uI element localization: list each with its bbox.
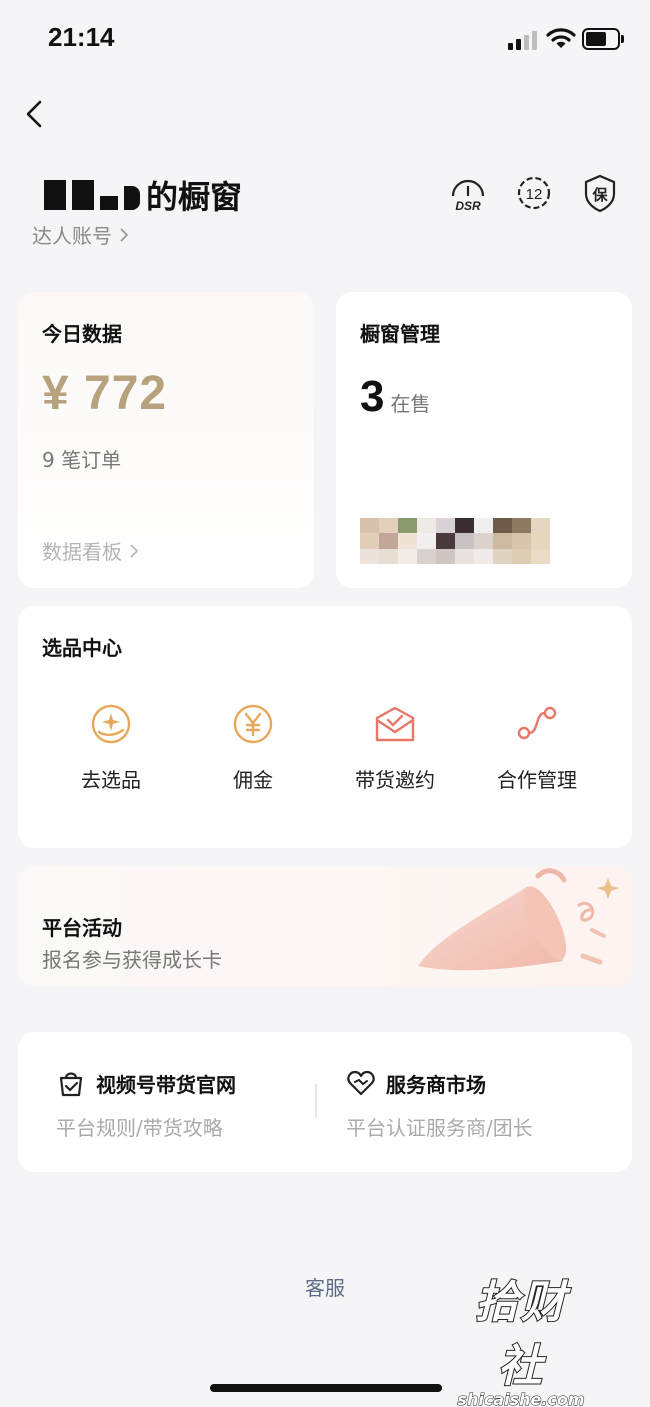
window-management-card[interactable]: 橱窗管理 3 在售 xyxy=(336,292,632,588)
selection-shortcuts: 去选品 佣金 带货邀约 合作管理 xyxy=(18,702,632,793)
watermark-en: shicaishe.com xyxy=(457,1390,585,1407)
today-orders: 9 笔订单 xyxy=(42,448,122,472)
cellular-signal-icon xyxy=(508,30,538,50)
today-amount: ¥ 772 xyxy=(42,367,168,420)
header-icons: DSR 12 保 xyxy=(448,172,620,214)
page-title: 的橱窗 xyxy=(44,172,242,218)
on-sale-count: 3 在售 xyxy=(360,372,430,422)
envelope-check-icon xyxy=(375,706,415,742)
level-12-badge-icon[interactable]: 12 xyxy=(514,172,554,214)
on-sale-label: 在售 xyxy=(390,392,431,416)
yen-coin-icon xyxy=(233,704,273,744)
redacted-name xyxy=(72,180,94,210)
on-sale-number: 3 xyxy=(360,372,385,421)
page-title-text: 的橱窗 xyxy=(146,178,243,216)
service-provider-market-link[interactable]: 服务商市场 平台认证服务商/团长 xyxy=(346,1068,533,1141)
window-management-title: 橱窗管理 xyxy=(360,322,440,346)
redacted-name xyxy=(44,180,66,210)
service-provider-market-subtitle: 平台认证服务商/团长 xyxy=(346,1116,533,1140)
product-selection-center-card: 选品中心 去选品 佣金 带货邀约 合作管理 xyxy=(18,606,632,848)
commission-button[interactable]: 佣金 xyxy=(182,702,324,793)
svg-text:保: 保 xyxy=(591,186,608,204)
cooperation-management-label: 合作管理 xyxy=(497,768,577,792)
cooperation-management-button[interactable]: 合作管理 xyxy=(466,702,608,793)
platform-activity-title: 平台活动 xyxy=(42,916,122,940)
route-nodes-icon xyxy=(517,706,557,740)
sales-invitation-button[interactable]: 带货邀约 xyxy=(324,702,466,793)
today-data-title: 今日数据 xyxy=(42,322,122,346)
dsr-gauge-icon[interactable]: DSR xyxy=(448,172,488,214)
video-channel-official-site-title: 视频号带货官网 xyxy=(96,1072,236,1097)
chevron-right-icon xyxy=(120,227,129,242)
wifi-icon xyxy=(546,28,576,48)
bag-check-icon xyxy=(59,1072,83,1097)
product-thumbnails-mosaic[interactable] xyxy=(360,518,550,564)
data-dashboard-label: 数据看板 xyxy=(42,540,122,564)
sales-invitation-label: 带货邀约 xyxy=(355,768,435,792)
home-indicator[interactable] xyxy=(210,1384,442,1392)
status-time: 21:14 xyxy=(48,22,115,52)
external-links-card: 视频号带货官网 平台规则/带货攻略 服务商市场 平台认证服务商/团长 xyxy=(18,1032,632,1172)
go-select-products-button[interactable]: 去选品 xyxy=(40,702,182,793)
chevron-right-icon xyxy=(130,543,139,558)
divider xyxy=(315,1084,317,1118)
redacted-name xyxy=(124,186,140,210)
battery-icon xyxy=(582,28,624,50)
guarantee-shield-icon[interactable]: 保 xyxy=(580,172,620,214)
status-bar: 21:14 xyxy=(0,0,650,80)
commission-label: 佣金 xyxy=(233,768,273,792)
site-watermark: 拾财社 shicaishe.com xyxy=(456,1266,586,1407)
go-select-products-label: 去选品 xyxy=(81,768,141,792)
back-button[interactable] xyxy=(18,96,52,132)
service-provider-market-title: 服务商市场 xyxy=(386,1072,486,1097)
svg-text:12: 12 xyxy=(526,186,543,203)
platform-activity-banner[interactable]: 平台活动 报名参与获得成长卡 xyxy=(18,866,632,986)
hand-sparkle-icon xyxy=(91,704,131,744)
account-type-link[interactable]: 达人账号 xyxy=(32,220,130,249)
data-dashboard-link[interactable]: 数据看板 xyxy=(42,536,140,565)
watermark-cn: 拾财社 xyxy=(474,1276,567,1393)
megaphone-illustration-icon xyxy=(418,868,619,971)
redacted-name xyxy=(100,196,118,210)
video-channel-official-site-link[interactable]: 视频号带货官网 平台规则/带货攻略 xyxy=(56,1068,236,1141)
platform-activity-subtitle: 报名参与获得成长卡 xyxy=(42,948,222,972)
heart-handshake-icon xyxy=(347,1070,375,1096)
selection-center-title: 选品中心 xyxy=(42,636,122,660)
account-type-label: 达人账号 xyxy=(32,224,112,248)
today-data-card[interactable]: 今日数据 ¥ 772 9 笔订单 数据看板 xyxy=(18,292,314,588)
svg-text:DSR: DSR xyxy=(455,199,481,213)
video-channel-official-site-subtitle: 平台规则/带货攻略 xyxy=(56,1116,223,1140)
